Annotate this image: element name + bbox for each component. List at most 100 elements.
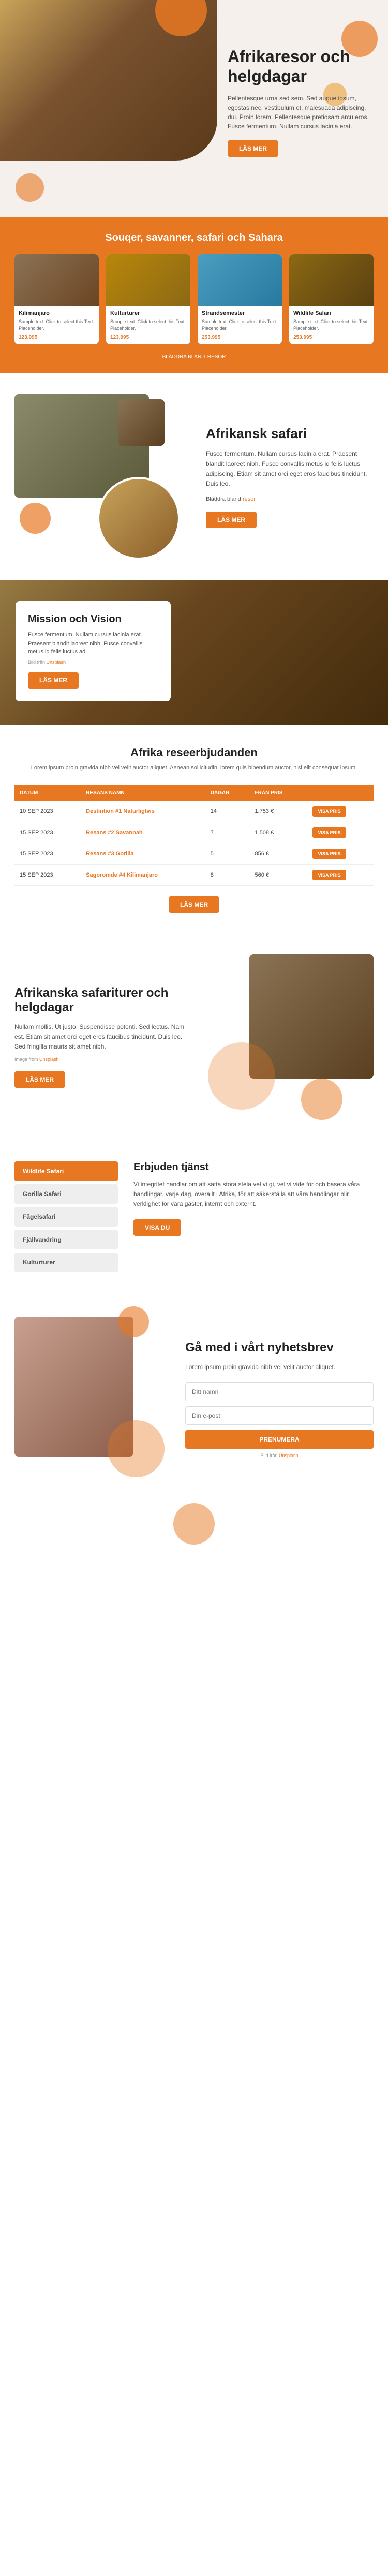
row-datum: 15 SEP 2023: [14, 822, 81, 843]
erbjuden-menu: Wildlife Safari Gorilla Safari Fågelsafa…: [14, 1161, 118, 1275]
row-action[interactable]: VISA PRIS: [307, 864, 374, 885]
resor-table-row: 15 SEP 2023 Resans #3 Gorilla 5 856 € VI…: [14, 843, 374, 864]
hero-circle-bottom: [16, 173, 44, 202]
card-strandsemester-body: Strandsemester Sample text. Click to sel…: [198, 306, 282, 344]
row-visa-pris-button[interactable]: VISA PRIS: [312, 849, 346, 859]
nyhetsbrev-credit-text: Bild från: [260, 1453, 277, 1458]
col-action: [307, 785, 374, 801]
row-action[interactable]: VISA PRIS: [307, 822, 374, 843]
hero-description: Pellentesque urna sed sem. Sed augue ips…: [228, 94, 378, 131]
row-datum: 15 SEP 2023: [14, 864, 81, 885]
resor-table-row: 10 SEP 2023 Destintion #1 Naturligtvis 1…: [14, 801, 374, 822]
mission-cta-button[interactable]: LÄS MER: [28, 672, 79, 689]
safariturer-text: Afrikanska safariturer och helgdagar Nul…: [14, 986, 192, 1088]
safari-link-anchor[interactable]: resor: [243, 496, 256, 502]
safari-orange-circle: [20, 503, 51, 534]
mission-credit-link[interactable]: Unsplash: [47, 660, 66, 665]
souq-bottom: BLÄDDRA BLAND RESOR: [14, 352, 374, 361]
nyhetsbrev-name-input[interactable]: [185, 1382, 374, 1401]
bottom-decorative-circle: [173, 1503, 215, 1545]
safari-section: Afrikansk safari Fusce fermentum. Nullam…: [0, 373, 388, 580]
safariturer-credit: Image from Unsplash: [14, 1057, 192, 1062]
mission-title: Mission och Vision: [28, 614, 158, 625]
card-kilimanjaro[interactable]: Kilimanjaro Sample text. Click to select…: [14, 254, 99, 344]
row-pris: 1.508 €: [250, 822, 308, 843]
row-action[interactable]: VISA PRIS: [307, 801, 374, 822]
card-wildlife[interactable]: Wildlife Safari Sample text. Click to se…: [289, 254, 374, 344]
erbjuden-cta-button[interactable]: VISA DU: [133, 1219, 181, 1236]
card-kulturturer-title: Kulturturer: [110, 310, 186, 316]
safari-cta-button[interactable]: LÄS MER: [206, 512, 257, 528]
card-kilimanjaro-body: Kilimanjaro Sample text. Click to select…: [14, 306, 99, 344]
card-wildlife-title: Wildlife Safari: [293, 310, 369, 316]
row-datum: 10 SEP 2023: [14, 801, 81, 822]
row-namn: Resans #2 Savannah: [81, 822, 205, 843]
card-kulturturer[interactable]: Kulturturer Sample text. Click to select…: [106, 254, 190, 344]
mission-credit-text: Bild från: [28, 660, 45, 665]
nyhetsbrev-cta-button[interactable]: PRENUMERA: [185, 1430, 374, 1449]
col-namn: RESANS NAMN: [81, 785, 205, 801]
erbjuden-content: Erbjuden tjänst Vi integritet handlar om…: [133, 1161, 374, 1275]
erbjuden-description: Vi integritet handlar om att sätta stora…: [133, 1180, 374, 1210]
card-kulturturer-body: Kulturturer Sample text. Click to select…: [106, 306, 190, 344]
safari-images: [14, 394, 190, 560]
souq-bottom-link[interactable]: RESOR: [207, 354, 226, 360]
menu-item-kulturturer[interactable]: Kulturturer: [14, 1253, 118, 1272]
hero-text-block: Afrikaresor och helgdagar Pellentesque u…: [228, 47, 378, 157]
card-strandsemester[interactable]: Strandsemester Sample text. Click to sel…: [198, 254, 282, 344]
card-kulturturer-image: [106, 254, 190, 306]
safariturer-circle-large: [208, 1042, 275, 1110]
souq-title: Souqer, savanner, safari och Sahara: [14, 232, 374, 244]
category-cards-row: Kilimanjaro Sample text. Click to select…: [14, 254, 374, 344]
row-dagar: 8: [205, 864, 250, 885]
nyhetsbrev-email-input[interactable]: [185, 1406, 374, 1425]
nyhetsbrev-section: Gå med i vårt nyhetsbrev Lorem ipsum pro…: [0, 1296, 388, 1503]
menu-item-fjallvandring[interactable]: Fjällvandring: [14, 1230, 118, 1249]
nyhetsbrev-credit: Bild från Unsplash: [185, 1453, 374, 1458]
resor-table: DATUM RESANS NAMN DAGAR FRÅN PRIS 10 SEP…: [14, 785, 374, 886]
card-kilimanjaro-image: [14, 254, 99, 306]
card-strandsemester-price: 253.995: [202, 334, 278, 340]
safariturer-images: [208, 954, 374, 1120]
card-strandsemester-desc: Sample text. Click to select this Text P…: [202, 318, 278, 331]
resor-subtitle: Lorem ipsum proin gravida nibh vel velit…: [14, 764, 374, 773]
safariturer-credit-link[interactable]: Unsplash: [39, 1057, 59, 1062]
card-kilimanjaro-desc: Sample text. Click to select this Text P…: [19, 318, 95, 331]
card-wildlife-price: 253.995: [293, 334, 369, 340]
row-visa-pris-button[interactable]: VISA PRIS: [312, 870, 346, 880]
card-kulturturer-desc: Sample text. Click to select this Text P…: [110, 318, 186, 331]
nyhetsbrev-title: Gå med i vårt nyhetsbrev: [185, 1341, 374, 1355]
safari-link-line: Bläddra bland resor: [206, 496, 374, 502]
card-wildlife-image: [289, 254, 374, 306]
safari-elephant-image: [118, 399, 165, 446]
menu-item-gorilla[interactable]: Gorilla Safari: [14, 1184, 118, 1204]
row-visa-pris-button[interactable]: VISA PRIS: [312, 806, 346, 817]
safariturer-circle-small: [301, 1079, 342, 1120]
row-action[interactable]: VISA PRIS: [307, 843, 374, 864]
mission-section: Mission och Vision Fusce fermentum. Null…: [0, 580, 388, 725]
menu-item-fagelsafari[interactable]: Fågelsafari: [14, 1207, 118, 1227]
row-namn: Destintion #1 Naturligtvis: [81, 801, 205, 822]
souq-bottom-text: BLÄDDRA BLAND: [162, 354, 205, 360]
menu-item-wildlife[interactable]: Wildlife Safari: [14, 1161, 118, 1181]
nyhetsbrev-circle-large: [108, 1420, 165, 1477]
safari-text: Afrikansk safari Fusce fermentum. Nullam…: [206, 426, 374, 528]
safari-link-text: Bläddra bland: [206, 496, 241, 502]
safariturer-section: Afrikanska safariturer och helgdagar Nul…: [0, 934, 388, 1141]
safariturer-cta-button[interactable]: LÄS MER: [14, 1071, 65, 1088]
resor-table-header-row: DATUM RESANS NAMN DAGAR FRÅN PRIS: [14, 785, 374, 801]
card-strandsemester-title: Strandsemester: [202, 310, 278, 316]
row-visa-pris-button[interactable]: VISA PRIS: [312, 827, 346, 838]
resor-cta-button[interactable]: LÄS MER: [169, 896, 219, 913]
row-pris: 1.753 €: [250, 801, 308, 822]
card-strandsemester-image: [198, 254, 282, 306]
nyhetsbrev-images: [14, 1317, 170, 1482]
resor-title: Afrika reseerbjudanden: [14, 746, 374, 760]
safari-guide-image: [97, 477, 180, 560]
row-dagar: 14: [205, 801, 250, 822]
safariturer-title: Afrikanska safariturer och helgdagar: [14, 986, 192, 1015]
hero-cta-button[interactable]: LÄS MER: [228, 140, 278, 157]
safariturer-credit-text: Image from: [14, 1057, 38, 1062]
resor-bottom: LÄS MER: [14, 896, 374, 913]
nyhetsbrev-credit-link[interactable]: Unsplash: [279, 1453, 299, 1458]
